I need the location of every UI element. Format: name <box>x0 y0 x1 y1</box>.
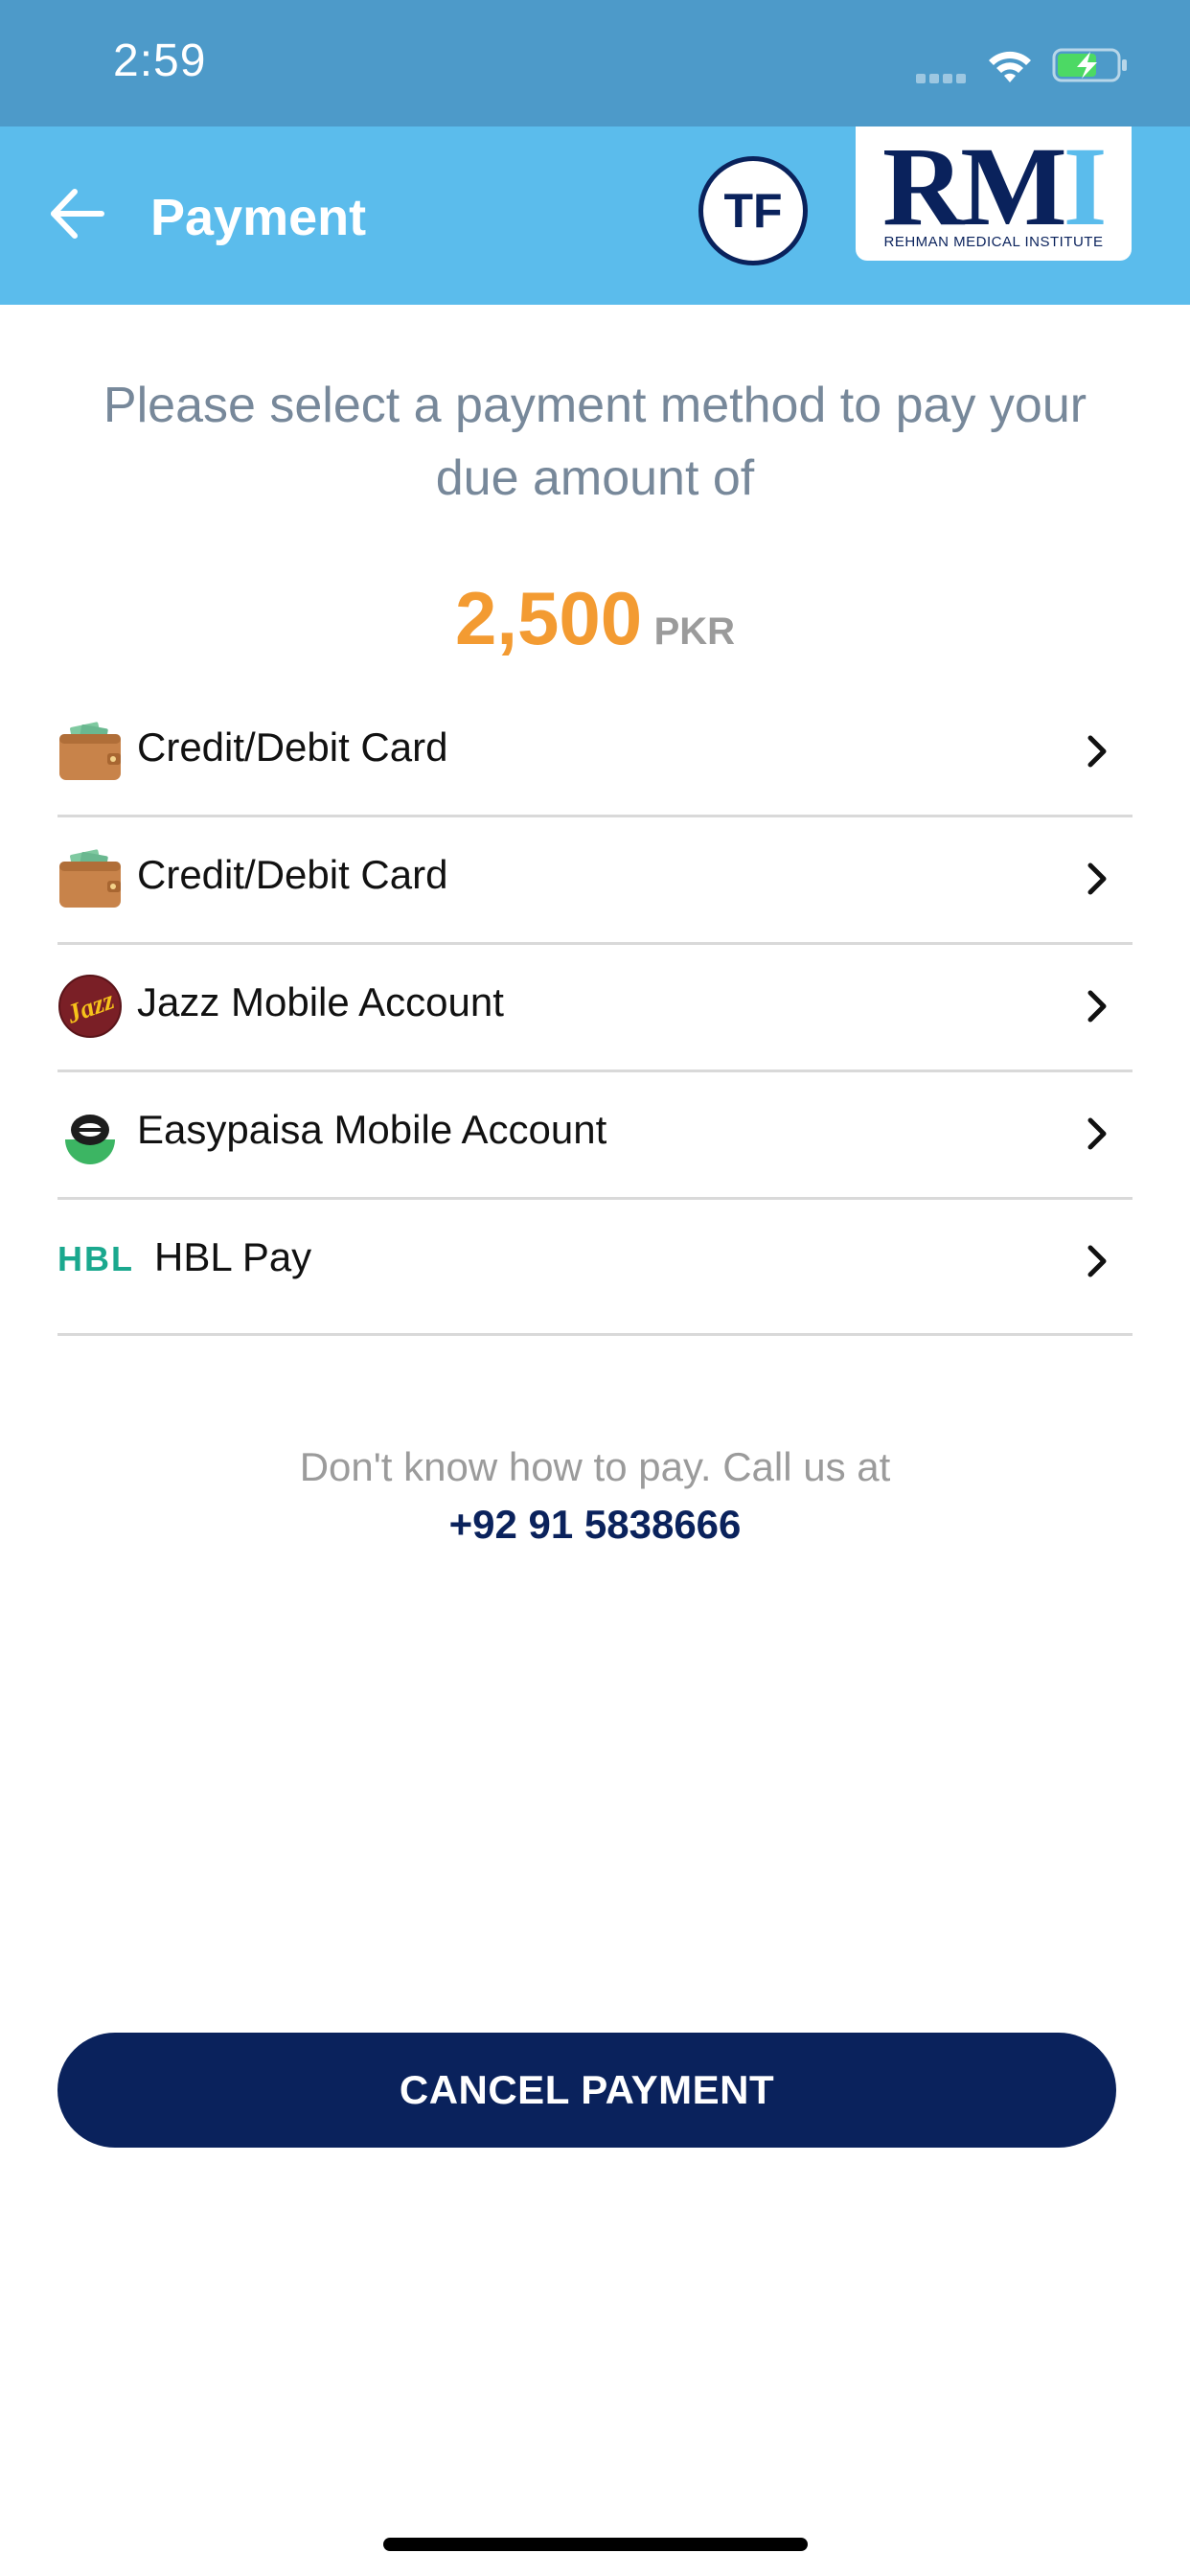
jazz-logo-icon: Jazz <box>58 975 122 1038</box>
wifi-icon <box>989 51 1031 82</box>
status-time: 2:59 <box>113 35 207 86</box>
payment-method-easypaisa[interactable]: Easypaisa Mobile Account <box>57 1072 1133 1200</box>
amount-currency: PKR <box>653 610 736 653</box>
wallet-icon <box>59 722 121 780</box>
cellular-signal-icon <box>916 71 970 83</box>
chevron-right-icon <box>1087 862 1107 895</box>
wallet-icon <box>59 849 121 908</box>
help-text: Don't know how to pay. Call us at <box>299 1444 891 1489</box>
payment-method-list: Credit/Debit Card Credit/Debit Card Jazz… <box>57 690 1133 1336</box>
avatar[interactable]: TF <box>698 156 808 265</box>
logo-mark: RMI <box>882 124 1108 249</box>
back-arrow-icon[interactable] <box>46 182 109 245</box>
rmi-logo: RMI REHMAN MEDICAL INSTITUTE <box>856 126 1132 261</box>
payment-method-hbl[interactable]: HBL HBL Pay <box>57 1200 1133 1336</box>
payment-method-label: HBL Pay <box>154 1234 312 1279</box>
help-section: Don't know how to pay. Call us at +92 91… <box>0 1440 1190 1555</box>
chevron-right-icon <box>1087 990 1107 1023</box>
battery-charging-icon <box>1052 48 1127 82</box>
payment-method-label: Credit/Debit Card <box>137 724 448 770</box>
due-amount: 2,500 PKR <box>0 575 1190 662</box>
status-bar: 2:59 <box>0 0 1190 126</box>
app-header: Payment TF RMI REHMAN MEDICAL INSTITUTE <box>0 126 1190 305</box>
payment-method-jazz[interactable]: Jazz Jazz Mobile Account <box>57 945 1133 1072</box>
easypaisa-logo-icon <box>65 1115 115 1164</box>
page-title: Payment <box>150 189 367 246</box>
payment-instructions: Please select a payment method to pay yo… <box>103 378 1087 506</box>
hbl-logo-icon: HBL <box>57 1239 134 1278</box>
cancel-payment-button[interactable]: CANCEL PAYMENT <box>57 2033 1116 2148</box>
payment-method-label: Credit/Debit Card <box>137 852 448 897</box>
amount-value: 2,500 <box>454 576 643 660</box>
logo-tagline: REHMAN MEDICAL INSTITUTE <box>883 234 1104 250</box>
payment-method-card-1[interactable]: Credit/Debit Card <box>57 690 1133 817</box>
help-phone-link[interactable]: +92 91 5838666 <box>0 1494 1190 1555</box>
payment-method-label: Jazz Mobile Account <box>137 979 504 1024</box>
payment-method-card-2[interactable]: Credit/Debit Card <box>57 817 1133 945</box>
chevron-right-icon <box>1087 735 1107 768</box>
home-indicator[interactable] <box>383 2538 808 2551</box>
payment-method-label: Easypaisa Mobile Account <box>137 1107 607 1152</box>
chevron-right-icon <box>1087 1245 1107 1277</box>
chevron-right-icon <box>1087 1117 1107 1150</box>
